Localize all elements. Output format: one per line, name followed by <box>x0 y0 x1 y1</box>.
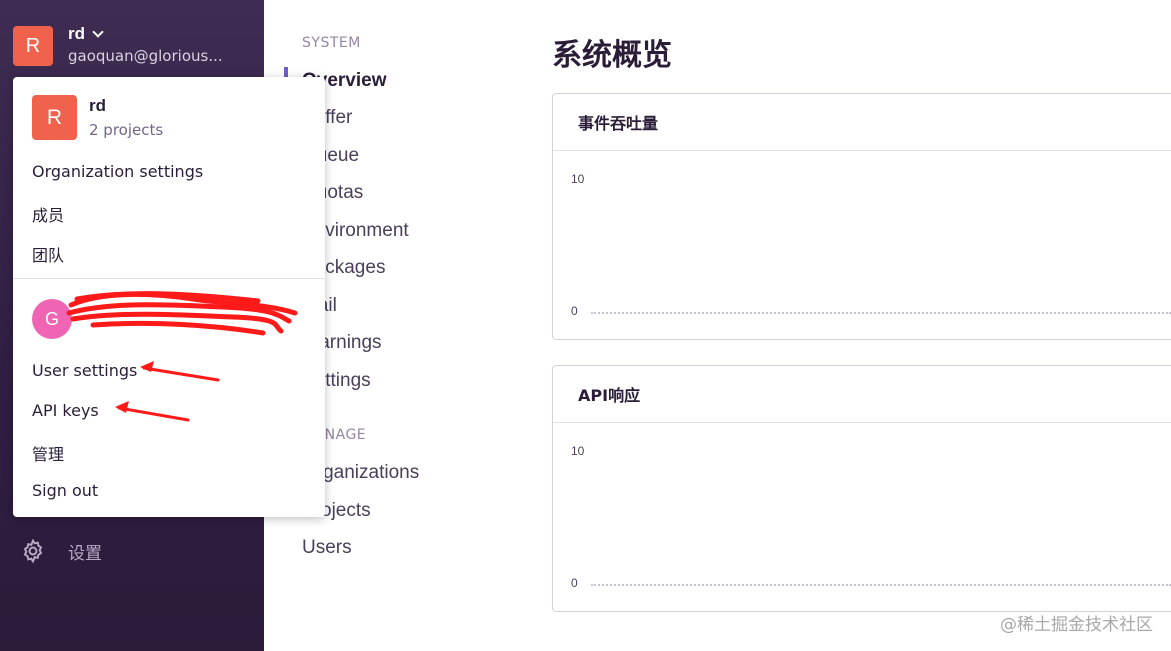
chevron-down-icon <box>92 25 104 38</box>
annotation-arrow-icon <box>140 361 220 382</box>
gear-icon <box>23 538 43 564</box>
panel-title: API响应 <box>553 366 1171 423</box>
y-axis-max-label: 10 <box>571 444 585 458</box>
nav-item-users[interactable]: Users <box>302 537 352 559</box>
watermark: @稀土掘金技术社区 <box>1000 615 1153 635</box>
org-switcher[interactable]: R rd gaoquan@glorious... <box>13 24 238 66</box>
panel-title: 事件吞吐量 <box>553 94 1171 151</box>
y-axis-min-label: 0 <box>571 576 578 590</box>
menu-item-organization-settings[interactable]: Organization settings <box>32 162 203 181</box>
y-axis-max-label: 10 <box>571 172 585 186</box>
sidebar-item-label: 设置 <box>68 543 102 564</box>
chart-panel-api-response: API响应 10 0 <box>552 365 1171 612</box>
chart-panel-throughput: 事件吞吐量 10 0 <box>552 93 1171 340</box>
menu-item-user-settings[interactable]: User settings <box>32 361 137 380</box>
menu-item-admin[interactable]: 管理 <box>32 441 64 465</box>
nav-section-system: SYSTEM <box>302 35 361 51</box>
menu-item-sign-out[interactable]: Sign out <box>32 481 98 500</box>
dropdown-org-header: R rd 2 projects <box>32 95 163 140</box>
page-title: 系统概览 <box>552 38 672 73</box>
sidebar-item-settings[interactable]: 设置 <box>20 538 102 564</box>
org-dropdown-menu: R rd 2 projects Organization settings 成员… <box>13 77 325 517</box>
org-email: gaoquan@glorious... <box>68 47 223 65</box>
menu-item-members[interactable]: 成员 <box>32 202 64 226</box>
y-axis-min-label: 0 <box>571 304 578 318</box>
org-name: rd <box>89 96 106 115</box>
menu-item-teams[interactable]: 团队 <box>32 242 64 266</box>
annotation-arrow-icon <box>115 401 190 422</box>
org-project-count: 2 projects <box>89 121 164 139</box>
menu-divider <box>13 278 325 279</box>
redaction-scribble <box>66 291 298 336</box>
org-name: rd <box>68 24 85 43</box>
org-avatar: R <box>32 95 77 140</box>
chart-baseline <box>591 584 1171 586</box>
org-avatar: R <box>13 26 53 66</box>
chart-baseline <box>591 312 1171 314</box>
menu-item-api-keys[interactable]: API keys <box>32 401 99 420</box>
